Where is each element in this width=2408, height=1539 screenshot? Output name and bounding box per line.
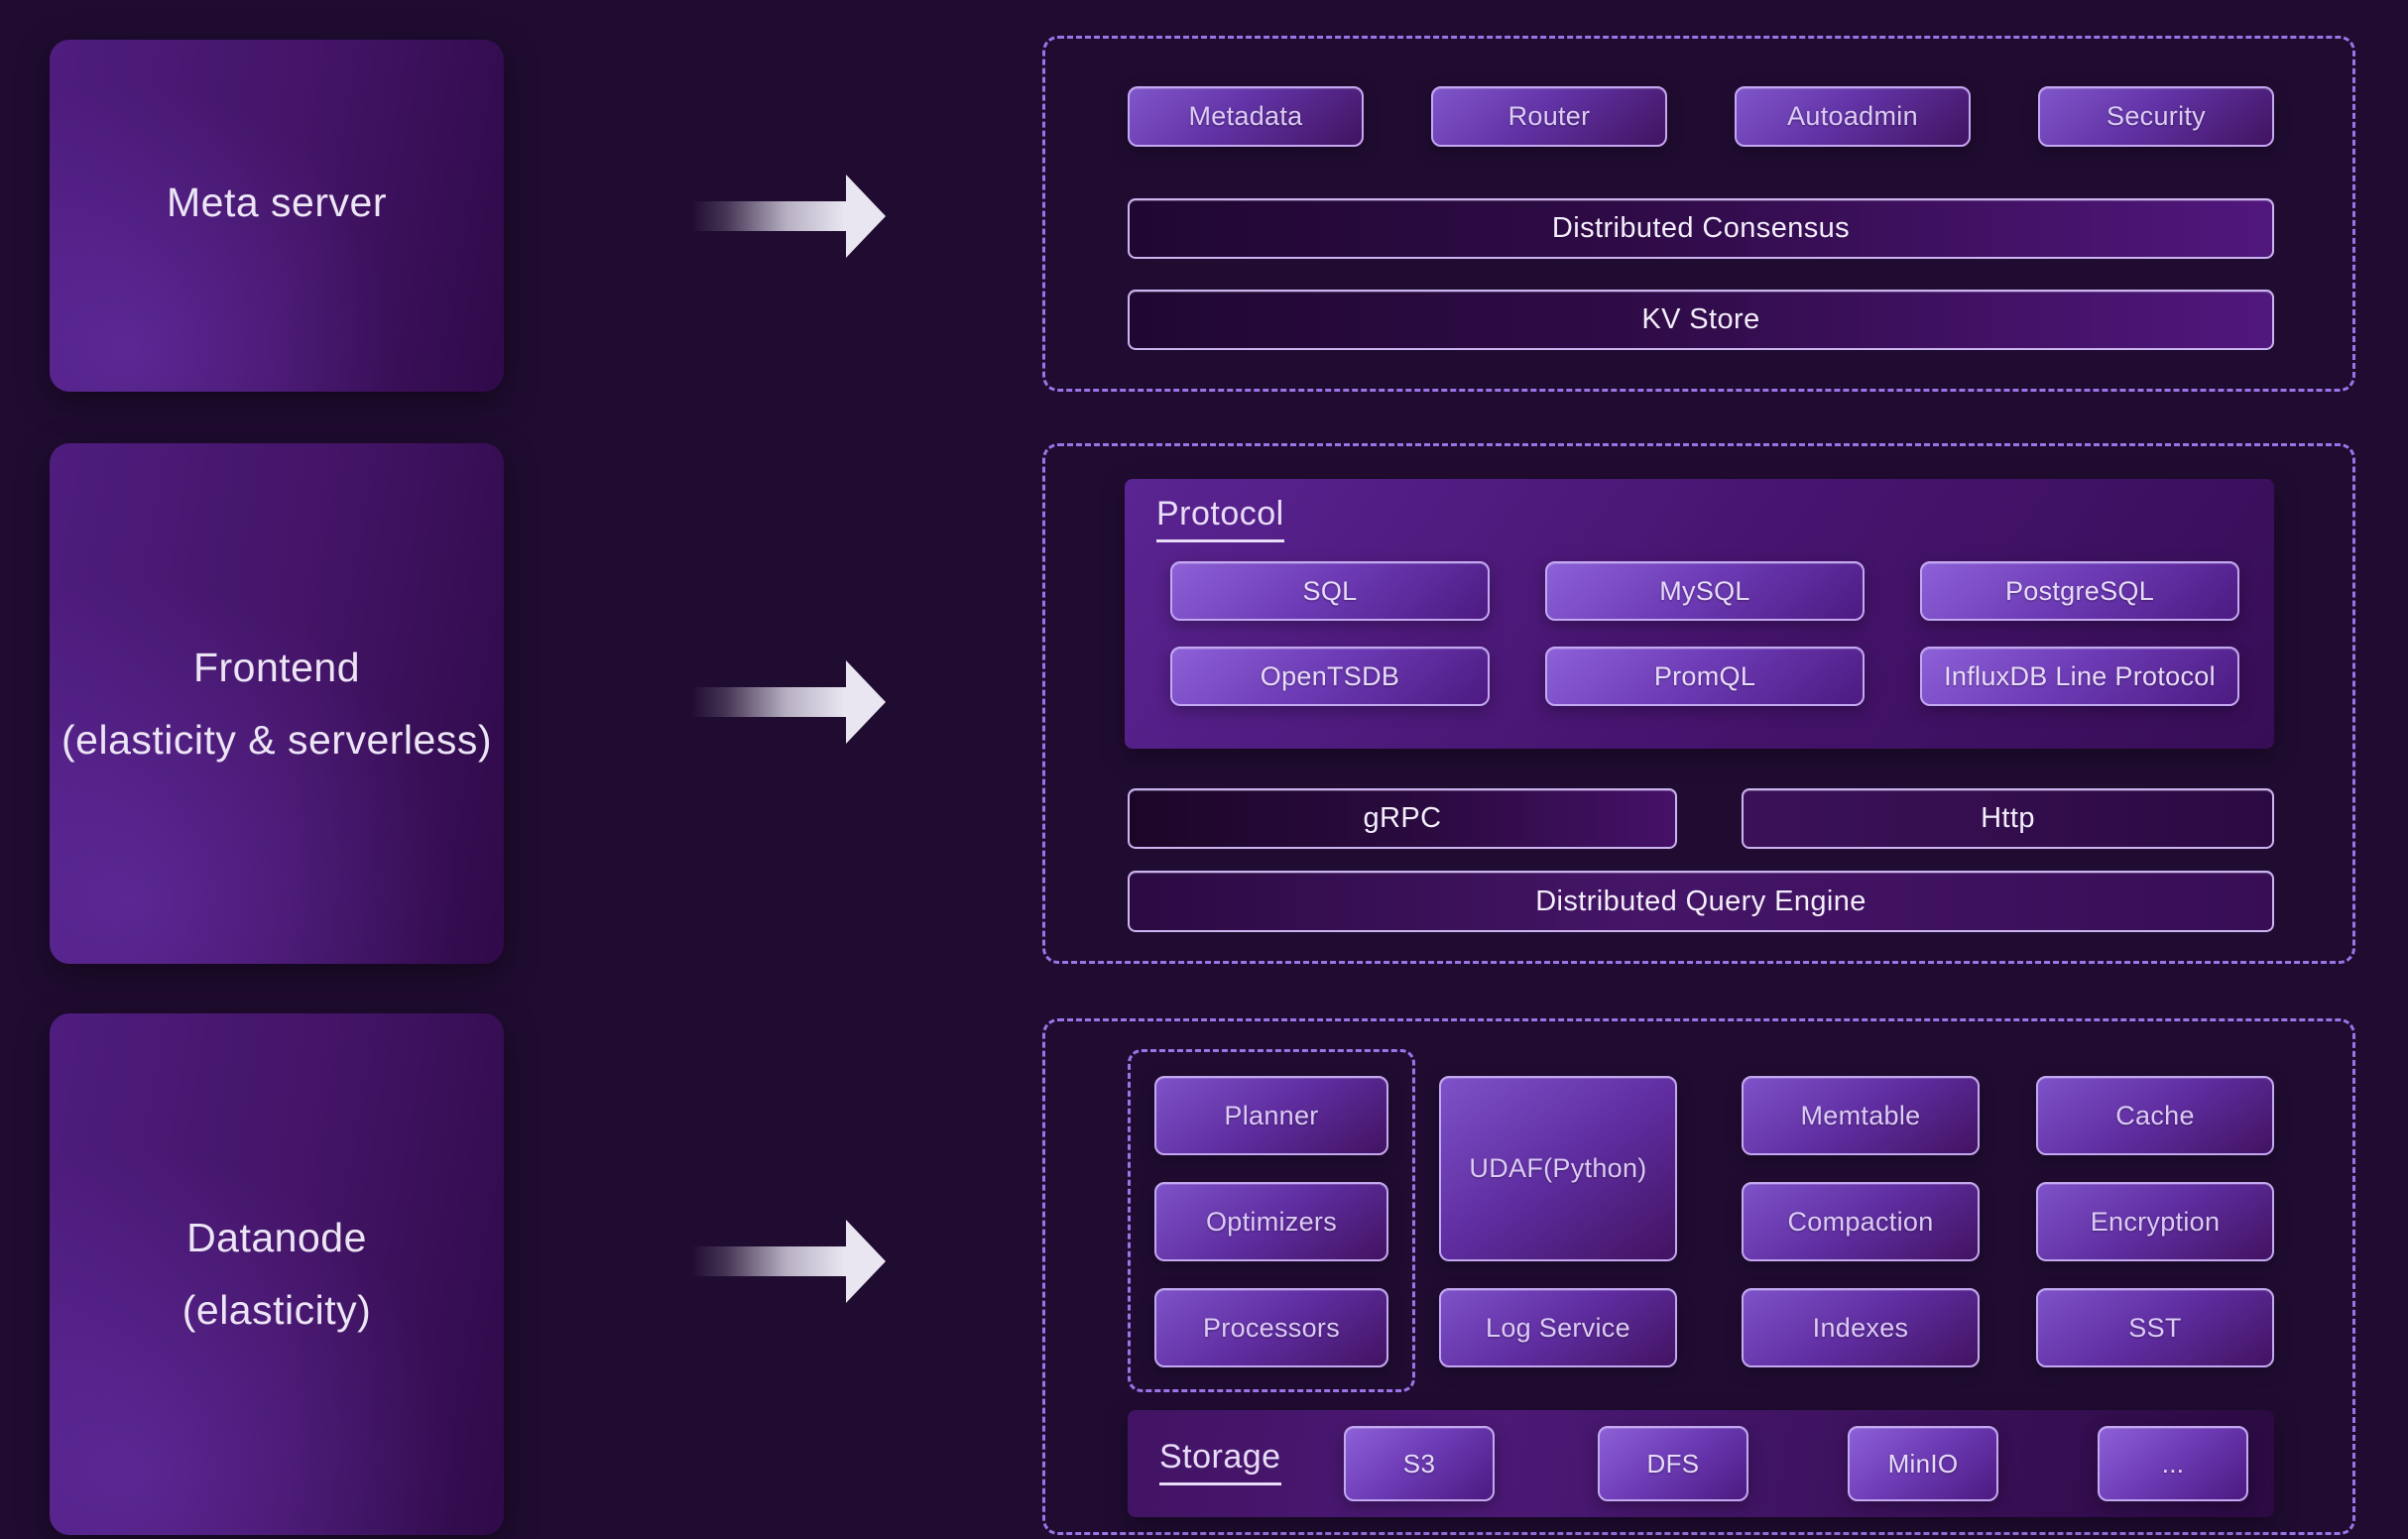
node-influxdb-line-protocol: InfluxDB Line Protocol [1920,647,2239,706]
node-security: Security [2038,86,2274,147]
meta-server-label: Meta server [167,179,387,226]
arrow-head [846,175,886,258]
datanode-sublabel: (elasticity) [182,1287,372,1334]
node-s3: S3 [1344,1426,1495,1501]
node-log-service: Log Service [1439,1288,1677,1367]
node-mysql: MySQL [1545,561,1865,621]
node-minio: MinIO [1848,1426,1998,1501]
meta-server-panel: Metadata Router Autoadmin Security Distr… [1042,36,2355,392]
node-autoadmin: Autoadmin [1735,86,1971,147]
node-processors: Processors [1154,1288,1388,1367]
storage-title: Storage [1159,1438,1281,1485]
datanode-box: Datanode (elasticity) [50,1013,504,1535]
node-sql: SQL [1170,561,1490,621]
protocol-group: Protocol SQL MySQL PostgreSQL OpenTSDB P… [1125,479,2274,749]
http-bar: Http [1742,788,2274,849]
arrow-right-icon [691,175,886,258]
architecture-diagram: Meta server Frontend (elasticity & serve… [0,0,2408,1539]
node-dfs: DFS [1598,1426,1748,1501]
arrow-shaft [691,687,846,717]
node-postgresql: PostgreSQL [1920,561,2239,621]
arrow-shaft [691,201,846,231]
node-sst: SST [2036,1288,2274,1367]
kv-store-bar: KV Store [1128,290,2274,350]
arrow-head [846,660,886,744]
arrow-right-icon [691,1220,886,1303]
node-cache: Cache [2036,1076,2274,1155]
datanode-label: Datanode [186,1215,367,1261]
node-indexes: Indexes [1742,1288,1980,1367]
node-promql: PromQL [1545,647,1865,706]
node-opentsdb: OpenTSDB [1170,647,1490,706]
node-more-backends: ... [2098,1426,2248,1501]
distributed-query-engine-bar: Distributed Query Engine [1128,871,2274,932]
node-metadata: Metadata [1128,86,1364,147]
node-memtable: Memtable [1742,1076,1980,1155]
storage-group: Storage S3 DFS MinIO ... [1128,1410,2274,1517]
distributed-consensus-bar: Distributed Consensus [1128,198,2274,259]
protocol-title: Protocol [1156,495,1284,542]
query-components-group: Planner Optimizers Processors [1128,1049,1415,1392]
node-planner: Planner [1154,1076,1388,1155]
meta-server-box: Meta server [50,40,504,392]
node-compaction: Compaction [1742,1182,1980,1261]
frontend-box: Frontend (elasticity & serverless) [50,443,504,964]
frontend-panel: Protocol SQL MySQL PostgreSQL OpenTSDB P… [1042,443,2355,964]
arrow-shaft [691,1246,846,1276]
node-optimizers: Optimizers [1154,1182,1388,1261]
arrow-head [846,1220,886,1303]
node-encryption: Encryption [2036,1182,2274,1261]
frontend-label: Frontend [193,645,360,691]
grpc-bar: gRPC [1128,788,1677,849]
arrow-right-icon [691,660,886,744]
node-udaf-python: UDAF(Python) [1439,1076,1677,1261]
frontend-sublabel: (elasticity & serverless) [61,717,492,764]
datanode-panel: Planner Optimizers Processors UDAF(Pytho… [1042,1018,2355,1535]
node-router: Router [1431,86,1667,147]
